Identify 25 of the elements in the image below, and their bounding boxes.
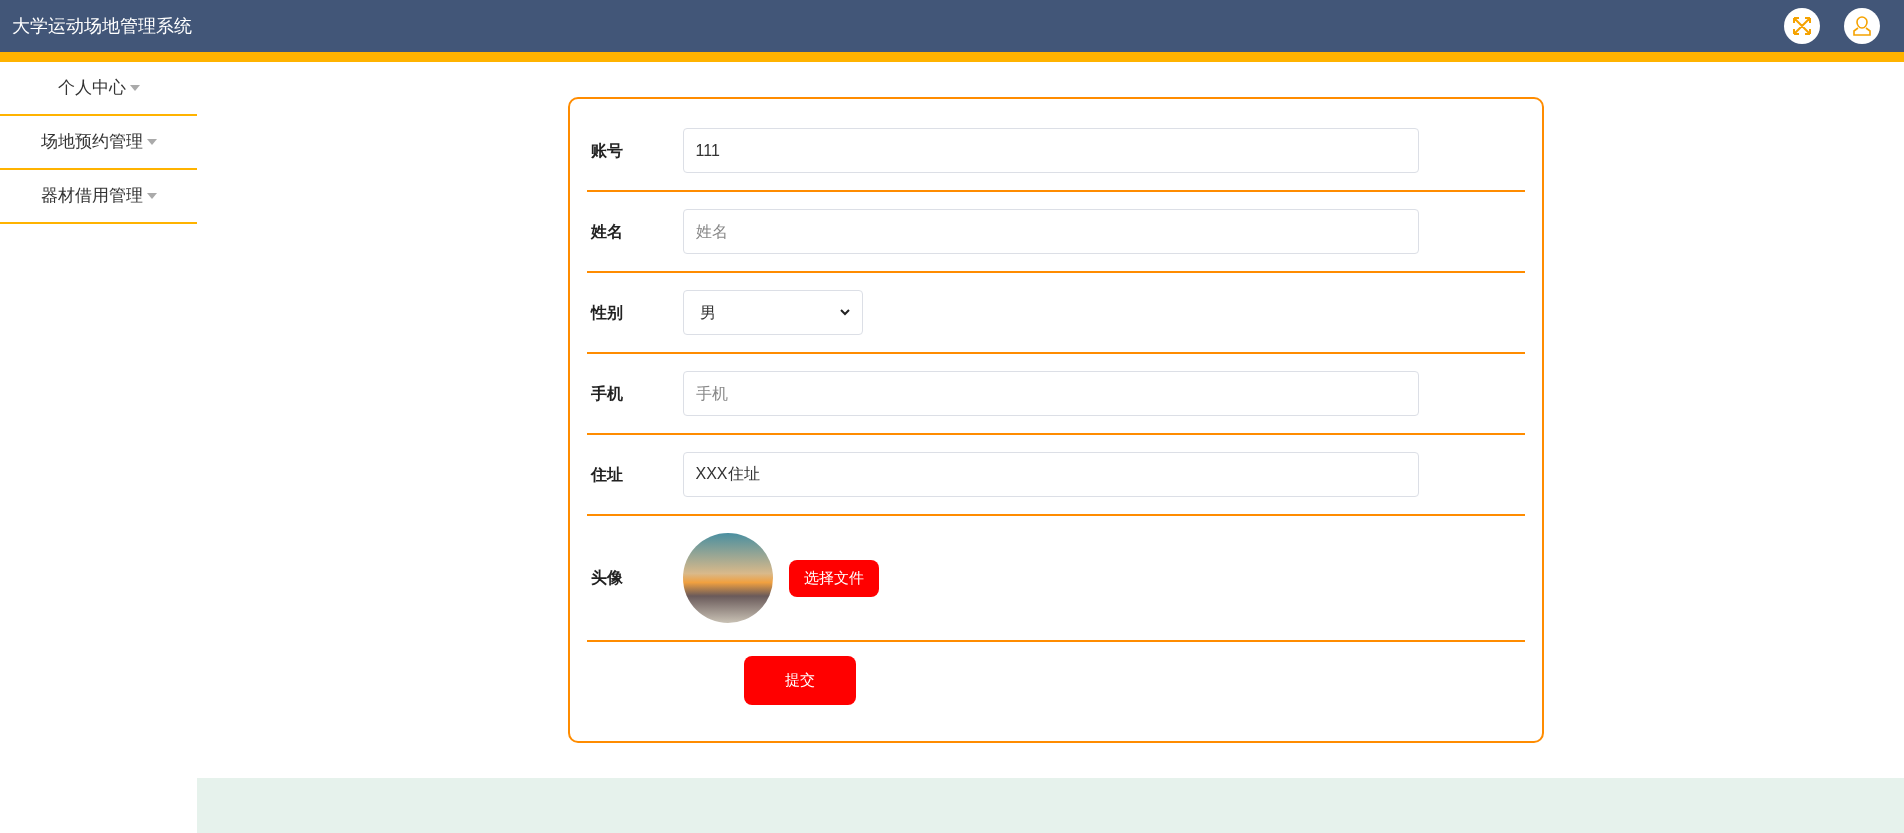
gender-select[interactable]: 男 bbox=[682, 290, 863, 335]
user-button[interactable] bbox=[1844, 8, 1880, 44]
sidebar-item[interactable]: 器材借用管理 bbox=[0, 170, 197, 224]
expand-arrows-icon bbox=[1792, 16, 1812, 36]
input-field[interactable]: 手机 bbox=[682, 371, 1419, 416]
sidebar-item[interactable]: 个人中心 bbox=[0, 62, 197, 116]
field-label: 手机 bbox=[589, 383, 624, 404]
fullscreen-button[interactable] bbox=[1784, 8, 1820, 44]
field-label: 姓名 bbox=[589, 221, 624, 242]
caret-icon bbox=[146, 139, 157, 145]
input-field[interactable]: 姓名 bbox=[682, 209, 1419, 254]
caret-icon bbox=[146, 193, 157, 199]
choose-file-button[interactable]: 选择文件 bbox=[788, 559, 879, 597]
field-label: 性别 bbox=[589, 302, 624, 323]
input-field[interactable]: XXX住址 bbox=[682, 452, 1419, 497]
field-label: 账号 bbox=[589, 140, 624, 161]
chevron-down-icon bbox=[839, 309, 850, 316]
field-label: 住址 bbox=[589, 464, 624, 485]
submit-button[interactable]: 提交 bbox=[743, 656, 856, 705]
user-icon bbox=[1852, 15, 1872, 37]
input-field[interactable]: 111 bbox=[682, 128, 1419, 173]
field-label: 头像 bbox=[589, 568, 624, 588]
app-title: 大学运动场地管理系统 bbox=[12, 14, 192, 38]
sidebar-item[interactable]: 场地预约管理 bbox=[0, 116, 197, 170]
caret-icon bbox=[129, 85, 140, 91]
